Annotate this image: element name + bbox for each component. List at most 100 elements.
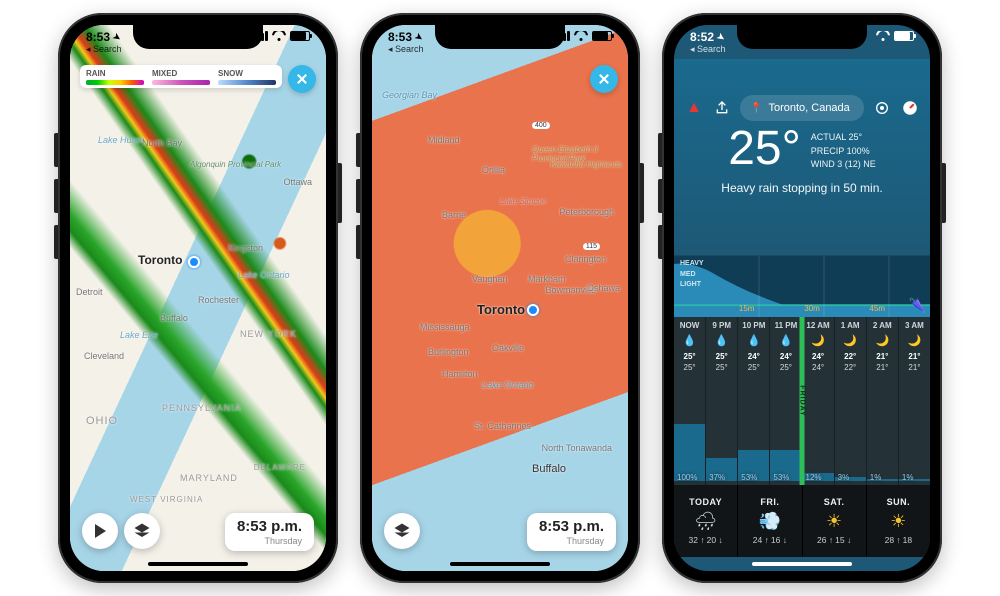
wifi-icon (574, 31, 588, 41)
hour-label: 2 AM (873, 321, 892, 330)
play-button[interactable] (82, 513, 118, 549)
map-city: Buffalo (160, 313, 188, 323)
current-temperature: 25° (728, 125, 801, 173)
raindrop-icon: 💧 (715, 334, 729, 348)
hour-label: NOW (680, 321, 700, 330)
hourly-column[interactable]: 10 PM💧24°25°53% (738, 317, 770, 485)
hour-temps: 24°24° (812, 352, 824, 421)
timestamp-chip[interactable]: 8:53 p.m. Thursday (527, 513, 616, 551)
hour-label: 12 AM (806, 321, 829, 330)
layers-button[interactable] (384, 513, 420, 549)
current-location-dot (188, 256, 200, 268)
alert-icon[interactable]: ▲ (684, 98, 704, 118)
status-time: 8:53 (388, 31, 412, 43)
hourly-column[interactable]: NOW💧25°25°100% (674, 317, 706, 485)
back-to-search[interactable]: ◂ Search (388, 45, 424, 54)
radar-map[interactable]: Lake Huron Lake Ontario Lake Erie Algonq… (70, 25, 326, 571)
raindrop-icon: 💧 (683, 334, 697, 348)
close-button[interactable] (288, 65, 316, 93)
hour-label: 11 PM (775, 321, 798, 330)
battery-icon (592, 31, 612, 41)
hour-label: 9 PM (712, 321, 731, 330)
raindrop-icon: 💧 (779, 334, 793, 348)
status-time: 8:53 (86, 31, 110, 43)
next-day-label: FRIDAY (799, 385, 806, 416)
legend-mixed-label: MIXED (152, 69, 210, 78)
map-city: Orillia (482, 165, 505, 175)
current-conditions-panel[interactable]: ▲ 📍 Toronto, Canada 25° ACTUAL 2 (674, 59, 930, 255)
moon-icon: 🌙 (875, 334, 889, 348)
phone-frame-2: 8:53➤ ◂ Search Georgian Bay Lake Ontario… (360, 13, 640, 583)
hour-label: 1 AM (841, 321, 860, 330)
hour-precip-pct: 1% (902, 473, 914, 482)
day-label: SAT. (824, 497, 845, 507)
alert-map[interactable]: Georgian Bay Lake Ontario Lake Simcoe Qu… (372, 25, 628, 571)
current-stats: ACTUAL 25° PRECIP 100% WIND 3 (12) NE (811, 125, 876, 172)
stat-precip: PRECIP 100% (811, 145, 876, 159)
map-label-lake: Lake Ontario (238, 270, 290, 280)
current-location-dot (527, 304, 539, 316)
share-icon[interactable] (712, 98, 732, 118)
timestamp-day: Thursday (539, 536, 604, 546)
map-label-park: Algonquin Provincial Park (190, 160, 281, 169)
hour-temps: 24°25° (748, 352, 760, 421)
map-city: Mississauga (420, 322, 470, 332)
hour-precip-pct: 37% (709, 473, 725, 482)
status-time: 8:52 (690, 31, 714, 43)
location-pill[interactable]: 📍 Toronto, Canada (740, 95, 864, 121)
wifi-icon (272, 31, 286, 41)
legend-snow-label: SNOW (218, 69, 276, 78)
battery-icon (290, 31, 310, 41)
precip-tick: 45m (870, 304, 886, 313)
precip-legend: RAIN MIXED SNOW (80, 65, 282, 88)
hour-precip-pct: 53% (773, 473, 789, 482)
layers-button[interactable] (124, 513, 160, 549)
map-city: Ottawa (283, 177, 312, 187)
hourly-column[interactable]: 12 AM🌙24°24°12% (803, 317, 835, 485)
day-hi-lo: 26 ↑ 15 ↓ (817, 535, 851, 545)
phone-frame-1: 8:53➤ ◂ Search Lake Huron Lake Ontario L… (58, 13, 338, 583)
day-label: SUN. (887, 497, 911, 507)
hourly-column[interactable]: 9 PM💧25°25°37% (706, 317, 738, 485)
hourly-column[interactable]: 1 AM 🌙 22°22° 3% (835, 317, 867, 485)
hour-precip-pct: 1% (870, 473, 882, 482)
home-indicator[interactable] (148, 562, 248, 566)
location-services-icon: ➤ (111, 31, 122, 43)
target-icon[interactable] (872, 98, 892, 118)
close-button[interactable] (590, 65, 618, 93)
location-name: Toronto, Canada (768, 102, 849, 114)
home-indicator[interactable] (450, 562, 550, 566)
hour-temps: 22°22° (844, 352, 856, 421)
close-icon (597, 72, 611, 86)
hour-precip-pct: 3% (838, 473, 850, 482)
daily-forecast-strip[interactable]: TODAY🌧32 ↑ 20 ↓FRI.💨24 ↑ 16 ↓SAT.☀26 ↑ 1… (674, 485, 930, 557)
hourly-column[interactable]: 2 AM🌙21°21°1% (867, 317, 899, 485)
home-indicator[interactable] (752, 562, 852, 566)
hour-precip-pct: 12% (806, 473, 822, 482)
forecast-summary: Heavy rain stopping in 50 min. (674, 181, 930, 195)
map-city: Barrie (442, 210, 466, 220)
settings-gauge-icon[interactable] (900, 98, 920, 118)
hour-label: 10 PM (742, 321, 765, 330)
precip-tick: 30m (804, 304, 820, 313)
map-state: MARYLAND (180, 473, 238, 483)
moon-icon: 🌙 (908, 334, 922, 348)
daily-column[interactable]: SUN.☀28 ↑ 18 (867, 485, 930, 557)
sunny-icon: ☀ (890, 510, 906, 532)
minute-precip-chart[interactable]: HEAVY MED LIGHT 15m 30m 45m 🌂 (674, 255, 930, 317)
back-to-search[interactable]: ◂ Search (690, 45, 726, 54)
location-services-icon: ➤ (715, 31, 726, 43)
precip-axis-med: MED (680, 271, 704, 279)
hourly-forecast-strip[interactable]: NOW💧25°25°100%9 PM💧25°25°37%10 PM💧24°25°… (674, 317, 930, 485)
daily-column[interactable]: FRI.💨24 ↑ 16 ↓ (738, 485, 802, 557)
timestamp-chip[interactable]: 8:53 p.m. Thursday (225, 513, 314, 551)
precip-axis-heavy: HEAVY (680, 260, 704, 268)
moon-icon: 🌙 (843, 334, 857, 348)
daily-column[interactable]: TODAY🌧32 ↑ 20 ↓ (674, 485, 738, 557)
back-to-search[interactable]: ◂ Search (86, 45, 122, 54)
daily-column[interactable]: SAT.☀26 ↑ 15 ↓ (803, 485, 867, 557)
map-city: Detroit (76, 287, 103, 297)
rainy-icon: 🌧 (694, 510, 717, 532)
hourly-column[interactable]: 3 AM🌙21°21°1% (899, 317, 930, 485)
hour-temps: 21°21° (908, 352, 920, 421)
